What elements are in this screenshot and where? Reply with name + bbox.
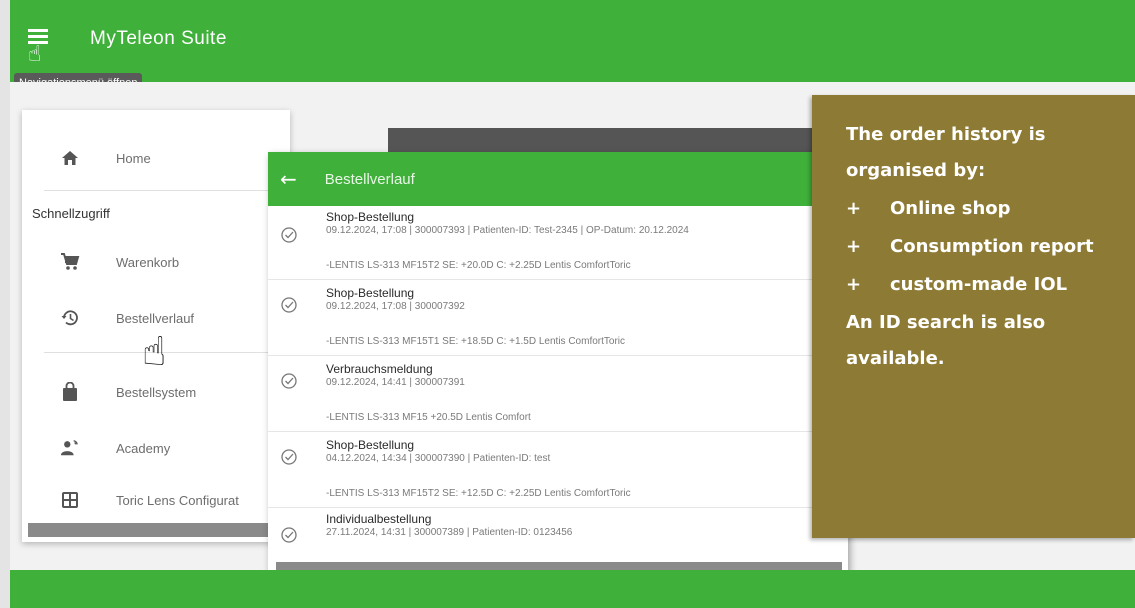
- panel-scrollbar[interactable]: [276, 562, 842, 570]
- back-arrow-icon[interactable]: ←: [280, 167, 297, 191]
- entry-meta: 09.12.2024, 14:41 | 300007391: [326, 377, 465, 388]
- navigation-drawer: Home Schnellzugriff Warenkorb Bestellver…: [22, 110, 290, 542]
- nav-item-bestellsystem[interactable]: Bestellsystem: [22, 372, 290, 412]
- shopping-bag-icon: [60, 382, 80, 402]
- order-entry[interactable]: Verbrauchsmeldung 09.12.2024, 14:41 | 30…: [268, 358, 848, 432]
- callout-item-label: Online shop: [890, 198, 1011, 219]
- entry-meta: 27.11.2024, 14:31 | 300007389 | Patiente…: [326, 527, 573, 538]
- cart-icon: [60, 252, 80, 272]
- panel-title: Bestellverlauf: [324, 170, 415, 188]
- panel-header: ← Bestellverlauf: [268, 152, 848, 206]
- entry-product: -LENTIS LS-313 MF15T1 SE: +18.5D C: +1.5…: [326, 336, 626, 347]
- home-icon: [60, 148, 80, 168]
- history-icon: [60, 308, 80, 328]
- plus-icon: +: [846, 274, 862, 295]
- entry-title: Shop-Bestellung: [326, 210, 415, 224]
- callout-item: + custom-made IOL: [846, 267, 1135, 303]
- section-title: Schnellzugriff: [32, 206, 110, 221]
- check-circle-icon: [281, 449, 297, 465]
- nav-item-label: Bestellsystem: [116, 384, 197, 400]
- callout-heading: organised by:: [846, 160, 986, 181]
- entry-meta: 09.12.2024, 17:08 | 300007393 | Patiente…: [326, 225, 689, 236]
- check-circle-icon: [281, 227, 297, 243]
- order-history-panel: ← Bestellverlauf Shop-Bestellung 09.12.2…: [268, 152, 848, 572]
- divider: [44, 190, 290, 191]
- order-entry[interactable]: Shop-Bestellung 09.12.2024, 17:08 | 3000…: [268, 282, 848, 356]
- pointer-hand-icon: ☝: [142, 329, 167, 375]
- entry-meta: 04.12.2024, 14:34 | 300007390 | Patiente…: [326, 453, 551, 464]
- plus-icon: +: [846, 236, 862, 257]
- entry-title: Verbrauchsmeldung: [326, 362, 433, 376]
- nav-item-label: Toric Lens Configurat: [116, 492, 239, 508]
- nav-item-home[interactable]: Home: [22, 138, 290, 178]
- nav-item-label: Bestellverlauf: [116, 310, 195, 326]
- entry-title: Shop-Bestellung: [326, 286, 415, 300]
- callout-item: + Consumption report: [846, 229, 1135, 265]
- callout-note: An ID search is also: [846, 312, 1046, 333]
- nav-item-academy[interactable]: Academy: [22, 428, 290, 468]
- annotation-callout: The order history is organised by: + Onli…: [812, 95, 1135, 538]
- app-title: MyTeleon Suite: [90, 28, 227, 49]
- entry-title: Individualbestellung: [326, 512, 432, 526]
- check-circle-icon: [281, 297, 297, 313]
- callout-item: + Online shop: [846, 191, 1135, 227]
- callout-note: available.: [846, 348, 945, 369]
- order-entry[interactable]: Individualbestellung 27.11.2024, 14:31 |…: [268, 508, 848, 558]
- window-left-edge: [0, 0, 10, 608]
- nav-item-label: Warenkorb: [116, 254, 180, 270]
- drawer-scrollbar[interactable]: [28, 523, 272, 537]
- nav-item-toric-lens-configurator[interactable]: Toric Lens Configurat: [22, 480, 290, 520]
- check-circle-icon: [281, 373, 297, 389]
- entry-title: Shop-Bestellung: [326, 438, 415, 452]
- nav-item-warenkorb[interactable]: Warenkorb: [22, 242, 290, 282]
- plus-icon: +: [846, 198, 862, 219]
- nav-item-label: Academy: [116, 440, 171, 456]
- background-header-bar: [388, 128, 848, 154]
- entry-meta: 09.12.2024, 17:08 | 300007392: [326, 301, 465, 312]
- callout-heading: The order history is: [846, 124, 1046, 145]
- pointer-hand-icon: ☝: [28, 42, 42, 67]
- divider: [44, 352, 290, 353]
- callout-item-label: Consumption report: [890, 236, 1094, 257]
- check-circle-icon: [281, 527, 297, 543]
- app-header: ☝ MyTeleon Suite: [10, 0, 1135, 82]
- entry-product: -LENTIS LS-313 MF15 +20.5D Lentis Comfor…: [326, 412, 531, 423]
- app-footer: [10, 570, 1135, 608]
- order-entry[interactable]: Shop-Bestellung 09.12.2024, 17:08 | 3000…: [268, 206, 848, 280]
- entry-product: -LENTIS LS-313 MF15T2 SE: +20.0D C: +2.2…: [326, 260, 631, 271]
- nav-item-label: Home: [116, 150, 151, 166]
- callout-item-label: custom-made IOL: [890, 274, 1068, 295]
- academy-icon: [60, 438, 80, 458]
- calculator-icon: [60, 490, 80, 510]
- order-entry[interactable]: Shop-Bestellung 04.12.2024, 14:34 | 3000…: [268, 434, 848, 508]
- entry-product: -LENTIS LS-313 MF15T2 SE: +12.5D C: +2.2…: [326, 488, 631, 499]
